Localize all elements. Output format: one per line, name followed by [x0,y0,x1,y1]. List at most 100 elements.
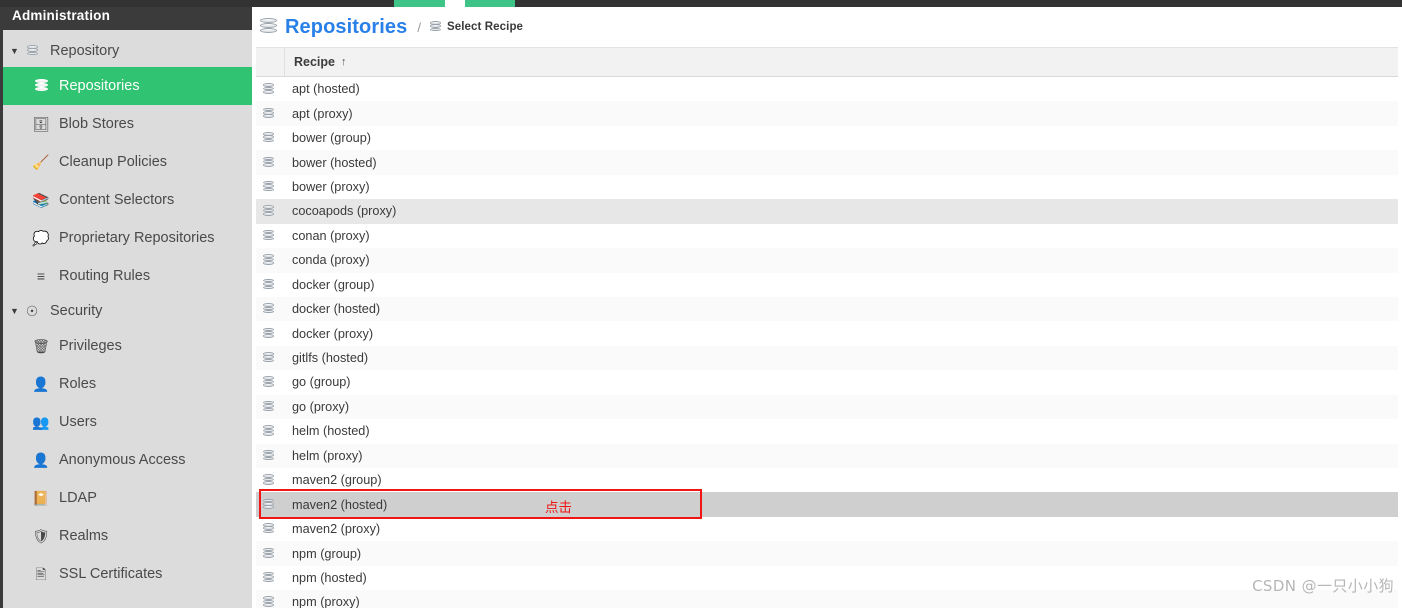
database-icon [252,571,285,584]
sidebar-item-proprietary-repositories[interactable]: 💭 Proprietary Repositories [3,219,252,257]
blob-store-icon: 🗄 [32,116,50,132]
database-icon [252,156,285,169]
sidebar-item-ldap[interactable]: 📔 LDAP [3,479,252,517]
sidebar-item-label: Content Selectors [59,192,175,208]
table-row[interactable]: npm (group) [252,541,1398,566]
sidebar-main-divider [252,0,256,608]
table-row[interactable]: bower (hosted) [252,150,1398,175]
database-icon [252,596,285,608]
table-row[interactable]: conda (proxy) [252,248,1398,273]
recipe-name: bower (hosted) [292,155,377,170]
sidebar-group-security[interactable]: ▼ ☉ Security [3,295,252,327]
proprietary-icon: 💭 [32,230,50,246]
recipe-name: maven2 (proxy) [292,522,381,537]
table-row[interactable]: apt (hosted) [252,77,1398,102]
sidebar-item-label: Repositories [59,78,140,94]
database-icon [252,547,285,560]
app-root: Administration ▼ Repository Repositories… [0,0,1402,608]
sidebar-group-repository[interactable]: ▼ Repository [3,35,252,67]
table-row[interactable]: maven2 (group) [252,468,1398,493]
database-icon [252,83,285,95]
database-icon [252,352,285,364]
sidebar-item-routing-rules[interactable]: ≡ Routing Rules [3,257,252,295]
recipe-name: apt (hosted) [292,82,360,97]
table-row[interactable]: maven2 (proxy) [252,516,1398,542]
database-icon [252,327,285,340]
sidebar-item-ssl-certificates[interactable]: 🖹 SSL Certificates [3,555,252,593]
caret-down-icon: ▼ [10,45,19,56]
breadcrumb-repositories-link[interactable]: Repositories [285,16,407,39]
database-icon [252,205,285,217]
watermark: CSDN @一只小小狗 [1252,577,1394,595]
table-row[interactable]: helm (proxy) [252,443,1398,468]
recipe-name: conda (proxy) [292,253,370,268]
table-row[interactable]: maven2 (hosted) [252,492,1398,517]
anonymous-user-icon: 👤 [32,452,50,468]
sidebar-item-roles[interactable]: 👤 Roles [3,365,252,403]
table-row[interactable]: npm (hosted) [252,565,1398,591]
recipe-name: npm (proxy) [292,595,360,608]
sidebar-item-label: Realms [59,528,109,544]
table-row[interactable]: apt (proxy) [252,101,1398,126]
database-icon [260,18,277,36]
recipe-table: Recipe ↑ apt (hosted) apt (proxy) bower (g… [252,47,1398,608]
sidebar-item-users[interactable]: 👥 Users [3,403,252,441]
sidebar-item-cleanup-policies[interactable]: 🧹 Cleanup Policies [3,143,252,181]
sidebar-item-label: SSL Certificates [59,566,163,582]
table-row[interactable]: go (proxy) [252,394,1398,420]
recipe-name: docker (hosted) [292,302,381,317]
table-row[interactable]: helm (hosted) [252,419,1398,444]
table-row[interactable]: gitlfs (hosted) [252,345,1398,371]
recipe-name: docker (proxy) [292,326,374,341]
table-row[interactable]: npm (proxy) [252,590,1398,608]
certificate-icon: 🖹 [35,566,47,582]
table-row[interactable]: bower (proxy) [252,174,1398,200]
database-icon [21,45,43,57]
sidebar-item-privileges[interactable]: 🗑 Privileges [3,327,252,365]
database-icon [252,523,285,535]
layers-icon: 📚 [32,192,50,208]
sidebar-group-label: Repository [50,43,120,59]
sidebar-item-realms[interactable]: 🛡 Realms [3,517,252,555]
database-icon [252,449,285,462]
table-row[interactable]: docker (proxy) [252,321,1398,346]
sort-ascending-icon: ↑ [341,56,347,68]
table-header-icon-column [252,48,285,76]
table-row[interactable]: docker (hosted) [252,296,1398,322]
table-row[interactable]: cocoapods (proxy) [252,199,1398,224]
sidebar-item-label: Privileges [59,338,122,354]
table-row[interactable]: docker (group) [252,272,1398,297]
recipe-name: cocoapods (proxy) [292,204,397,219]
sidebar-item-label: Cleanup Policies [59,154,168,170]
broom-icon: 🧹 [32,154,50,170]
table-row[interactable]: conan (proxy) [252,223,1398,249]
recipe-name: maven2 (hosted) [292,497,388,512]
sidebar-item-anonymous-access[interactable]: 👤 Anonymous Access [3,441,252,479]
recipe-name: apt (proxy) [292,106,353,121]
sidebar-item-blob-stores[interactable]: 🗄 Blob Stores [3,105,252,143]
recipe-name: go (proxy) [292,399,350,414]
recipe-name: helm (hosted) [292,424,370,439]
database-icon [252,376,285,388]
routing-icon: ≡ [36,268,46,284]
recipe-name: npm (hosted) [292,570,367,585]
sidebar-item-label: LDAP [59,490,97,506]
recipe-name: helm (proxy) [292,448,363,463]
recipe-name: go (group) [292,375,351,390]
main-content: Repositories / Select Recipe Recipe ↑ ap… [252,7,1402,608]
security-icon: ☉ [25,303,39,319]
breadcrumb: Repositories / Select Recipe [252,7,1402,47]
database-icon [252,498,285,511]
tab-highlight-right [465,0,515,7]
database-icon [30,79,52,93]
sidebar-item-repositories[interactable]: Repositories [3,67,252,105]
table-header-recipe[interactable]: Recipe ↑ [285,48,1398,76]
table-row[interactable]: bower (group) [252,125,1398,151]
table-row[interactable]: go (group) [252,370,1398,395]
sidebar-group-label: Security [50,303,103,319]
table-body: apt (hosted) apt (proxy) bower (group) bowe… [252,77,1398,608]
sidebar-item-content-selectors[interactable]: 📚 Content Selectors [3,181,252,219]
breadcrumb-current-page: Select Recipe [446,21,524,33]
database-icon [252,474,285,486]
recipe-name: docker (group) [292,277,375,292]
